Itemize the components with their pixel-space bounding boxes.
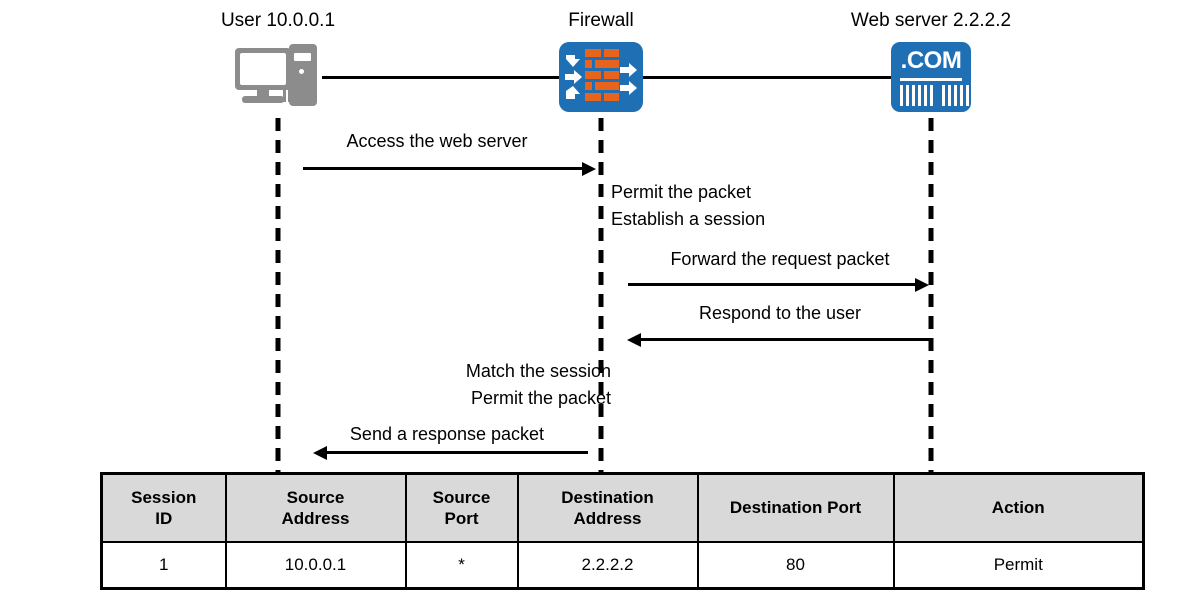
web-server-com-text: .COM xyxy=(900,47,962,74)
column-header-source-address-line2: Address xyxy=(281,509,350,528)
link-user-firewall xyxy=(322,76,560,79)
cell-destination-address: 2.2.2.2 xyxy=(516,541,699,590)
column-header-source-address: Source Address xyxy=(224,472,407,543)
web-server-dot-com-icon: .COM xyxy=(891,42,975,112)
column-header-session-id: Session ID xyxy=(100,472,227,543)
message-arrow-access-the-web-server xyxy=(303,161,596,176)
cell-action: Permit xyxy=(892,541,1145,590)
message-arrow-send-a-response-packet xyxy=(313,445,588,460)
lifeline-firewall xyxy=(598,118,604,473)
column-header-source-port-line2: Port xyxy=(444,509,479,528)
firewall-arrows-icon xyxy=(565,55,637,99)
column-header-destination-address-line2: Address xyxy=(573,509,642,528)
message-arrow-respond-to-the-user xyxy=(627,332,930,347)
network-sequence-diagram: User 10.0.0.1 Firewall Web server 2.2.2.… xyxy=(0,0,1200,609)
column-header-destination-port-line1: Destination Port xyxy=(729,498,862,518)
cell-destination-port: 80 xyxy=(696,541,895,590)
link-firewall-webserver xyxy=(643,76,891,79)
column-header-action: Action xyxy=(892,472,1145,543)
column-header-destination-port: Destination Port xyxy=(696,472,895,543)
column-header-source-port-line1: Source xyxy=(432,487,491,507)
message-label-respond-to-the-user: Respond to the user xyxy=(698,303,862,323)
message-label-send-a-response-packet: Send a response packet xyxy=(349,424,545,444)
lifeline-user xyxy=(275,118,281,473)
note-establish-a-session: Establish a session xyxy=(611,209,766,229)
column-header-destination-address: Destination Address xyxy=(516,472,699,543)
node-label-firewall: Firewall xyxy=(568,10,634,31)
column-header-session-id-line1: Session xyxy=(131,487,197,507)
column-header-session-id-line2: ID xyxy=(155,509,173,528)
cell-source-address: 10.0.0.1 xyxy=(224,541,407,590)
table-header-row: Session ID Source Address Source Port De… xyxy=(100,472,1145,543)
message-label-access-the-web-server: Access the web server xyxy=(346,131,528,151)
note-match-the-session: Match the session xyxy=(465,361,611,381)
column-header-destination-address-line1: Destination xyxy=(561,487,654,507)
column-header-source-address-line1: Source xyxy=(286,487,345,507)
note-permit-the-packet: Permit the packet xyxy=(611,182,752,202)
desktop-computer-icon xyxy=(235,44,321,106)
firewall-brick-icon xyxy=(559,42,643,112)
column-header-source-port: Source Port xyxy=(404,472,519,543)
table-row: 1 10.0.0.1 * 2.2.2.2 80 Permit xyxy=(100,541,1145,590)
cell-session-id: 1 xyxy=(100,541,227,590)
cell-source-port: * xyxy=(404,541,519,590)
node-label-web-server: Web server 2.2.2.2 xyxy=(850,10,1012,31)
message-label-forward-the-request-packet: Forward the request packet xyxy=(670,249,890,269)
session-table: Session ID Source Address Source Port De… xyxy=(100,472,1145,590)
node-label-user: User 10.0.0.1 xyxy=(220,10,336,31)
note-permit-the-packet-2: Permit the packet xyxy=(470,388,611,408)
message-arrow-forward-the-request-packet xyxy=(628,277,929,292)
lifeline-web-server xyxy=(928,118,934,473)
column-header-action-line1: Action xyxy=(991,498,1045,518)
